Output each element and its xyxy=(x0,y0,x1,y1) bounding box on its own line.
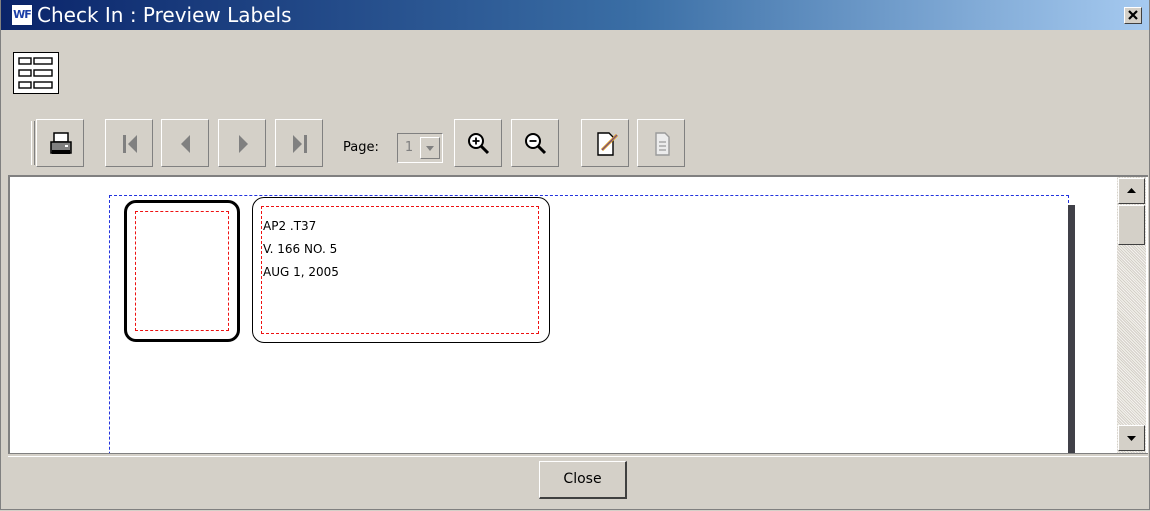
scroll-thumb[interactable] xyxy=(1118,205,1145,245)
layout-toggle-button[interactable] xyxy=(13,52,59,94)
label-preview-area: AP2 .T37 V. 166 NO. 5 AUG 1, 2005 xyxy=(8,175,1148,453)
label-date: AUG 1, 2005 xyxy=(263,265,339,279)
printer-icon xyxy=(50,132,72,154)
next-page-button[interactable] xyxy=(218,119,266,167)
label-print-margin xyxy=(135,211,229,331)
zoom-in-icon xyxy=(468,133,490,155)
next-page-icon xyxy=(239,135,248,153)
arrow-up-icon xyxy=(1127,188,1136,193)
page-label: Page: xyxy=(343,140,379,155)
document-button[interactable] xyxy=(637,119,685,167)
window-close-button[interactable] xyxy=(1124,7,1142,24)
app-icon: WF xyxy=(11,4,33,26)
previous-page-icon xyxy=(181,135,190,153)
close-button[interactable]: Close xyxy=(539,461,627,499)
scroll-up-button[interactable] xyxy=(1118,178,1145,204)
zoom-in-button[interactable] xyxy=(454,119,502,167)
page-shadow xyxy=(1068,205,1075,453)
arrow-down-icon xyxy=(1127,436,1136,441)
label-item[interactable]: AP2 .T37 V. 166 NO. 5 AUG 1, 2005 xyxy=(252,197,550,343)
label-selected-empty[interactable] xyxy=(124,200,240,342)
footer-divider xyxy=(8,453,1148,457)
scroll-down-button[interactable] xyxy=(1118,425,1145,451)
print-button[interactable] xyxy=(36,119,84,167)
grid-layout-icon xyxy=(18,57,53,89)
label-call-number: AP2 .T37 xyxy=(263,219,317,233)
page-select[interactable]: 1 xyxy=(397,133,443,163)
document-icon xyxy=(655,132,670,156)
window-title: Check In : Preview Labels xyxy=(37,3,292,27)
last-page-icon xyxy=(293,135,307,153)
preview-labels-window: WF Check In : Preview Labels Page: 1 AP2… xyxy=(0,0,1150,510)
page-select-arrow[interactable] xyxy=(420,137,440,159)
chevron-down-icon xyxy=(426,146,434,151)
vertical-scrollbar[interactable] xyxy=(1117,177,1146,453)
zoom-out-icon xyxy=(525,133,547,155)
label-volume: V. 166 NO. 5 xyxy=(263,242,338,256)
zoom-out-button[interactable] xyxy=(511,119,559,167)
close-icon xyxy=(1128,10,1138,20)
page-select-value: 1 xyxy=(404,140,414,155)
title-bar: WF Check In : Preview Labels xyxy=(1,0,1149,30)
previous-page-button[interactable] xyxy=(161,119,209,167)
edit-labels-button[interactable] xyxy=(581,119,629,167)
first-page-button[interactable] xyxy=(105,119,153,167)
first-page-icon xyxy=(123,135,137,153)
last-page-button[interactable] xyxy=(275,119,323,167)
toolbar-grip xyxy=(31,121,35,165)
edit-document-icon xyxy=(597,132,619,156)
